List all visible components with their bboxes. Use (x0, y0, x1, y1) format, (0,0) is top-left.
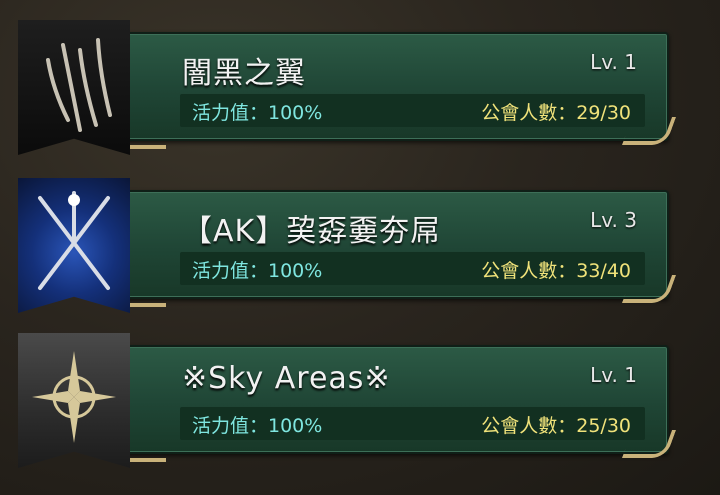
guild-member-count: 公會人數：25/30 (481, 415, 631, 437)
guild-stats-bar: 活力值：100% 公會人數：33/40 (180, 252, 645, 285)
crossed-swords-icon (38, 191, 110, 290)
guild-member-count: 公會人數：33/40 (481, 260, 631, 282)
guild-vitality: 活力值：100% (192, 260, 323, 282)
guild-stats-bar: 活力值：100% 公會人數：25/30 (180, 407, 645, 440)
guild-card[interactable]: 闇黑之翼 Lv. 1 活力值：100% 公會人數：29/30 (0, 20, 720, 160)
compass-star-icon (32, 351, 116, 443)
guild-level: Lv. 3 (590, 208, 637, 232)
guild-name: ※Sky Areas※ (182, 361, 391, 396)
guild-vitality: 活力值：100% (192, 415, 323, 437)
guild-banner (18, 178, 130, 313)
guild-banner (18, 20, 130, 155)
claw-marks-icon (46, 38, 112, 132)
guild-card[interactable]: ※Sky Areas※ Lv. 1 活力值：100% 公會人數：25/30 (0, 333, 720, 473)
guild-member-count: 公會人數：29/30 (481, 102, 631, 124)
guild-info-panel: 【AK】巭孬嫑夯屌 Lv. 3 活力值：100% 公會人數：33/40 (112, 190, 669, 307)
guild-banner (18, 333, 130, 468)
guild-stats-bar: 活力值：100% 公會人數：29/30 (180, 94, 645, 127)
guild-level: Lv. 1 (590, 50, 637, 74)
guild-level: Lv. 1 (590, 363, 637, 387)
guild-card[interactable]: 【AK】巭孬嫑夯屌 Lv. 3 活力值：100% 公會人數：33/40 (0, 178, 720, 318)
guild-vitality: 活力值：100% (192, 102, 323, 124)
guild-info-panel: 闇黑之翼 Lv. 1 活力值：100% 公會人數：29/30 (112, 32, 669, 149)
guild-name: 闇黑之翼 (182, 56, 306, 91)
guild-name: 【AK】巭孬嫑夯屌 (182, 214, 442, 249)
guild-info-panel: ※Sky Areas※ Lv. 1 活力值：100% 公會人數：25/30 (112, 345, 669, 462)
